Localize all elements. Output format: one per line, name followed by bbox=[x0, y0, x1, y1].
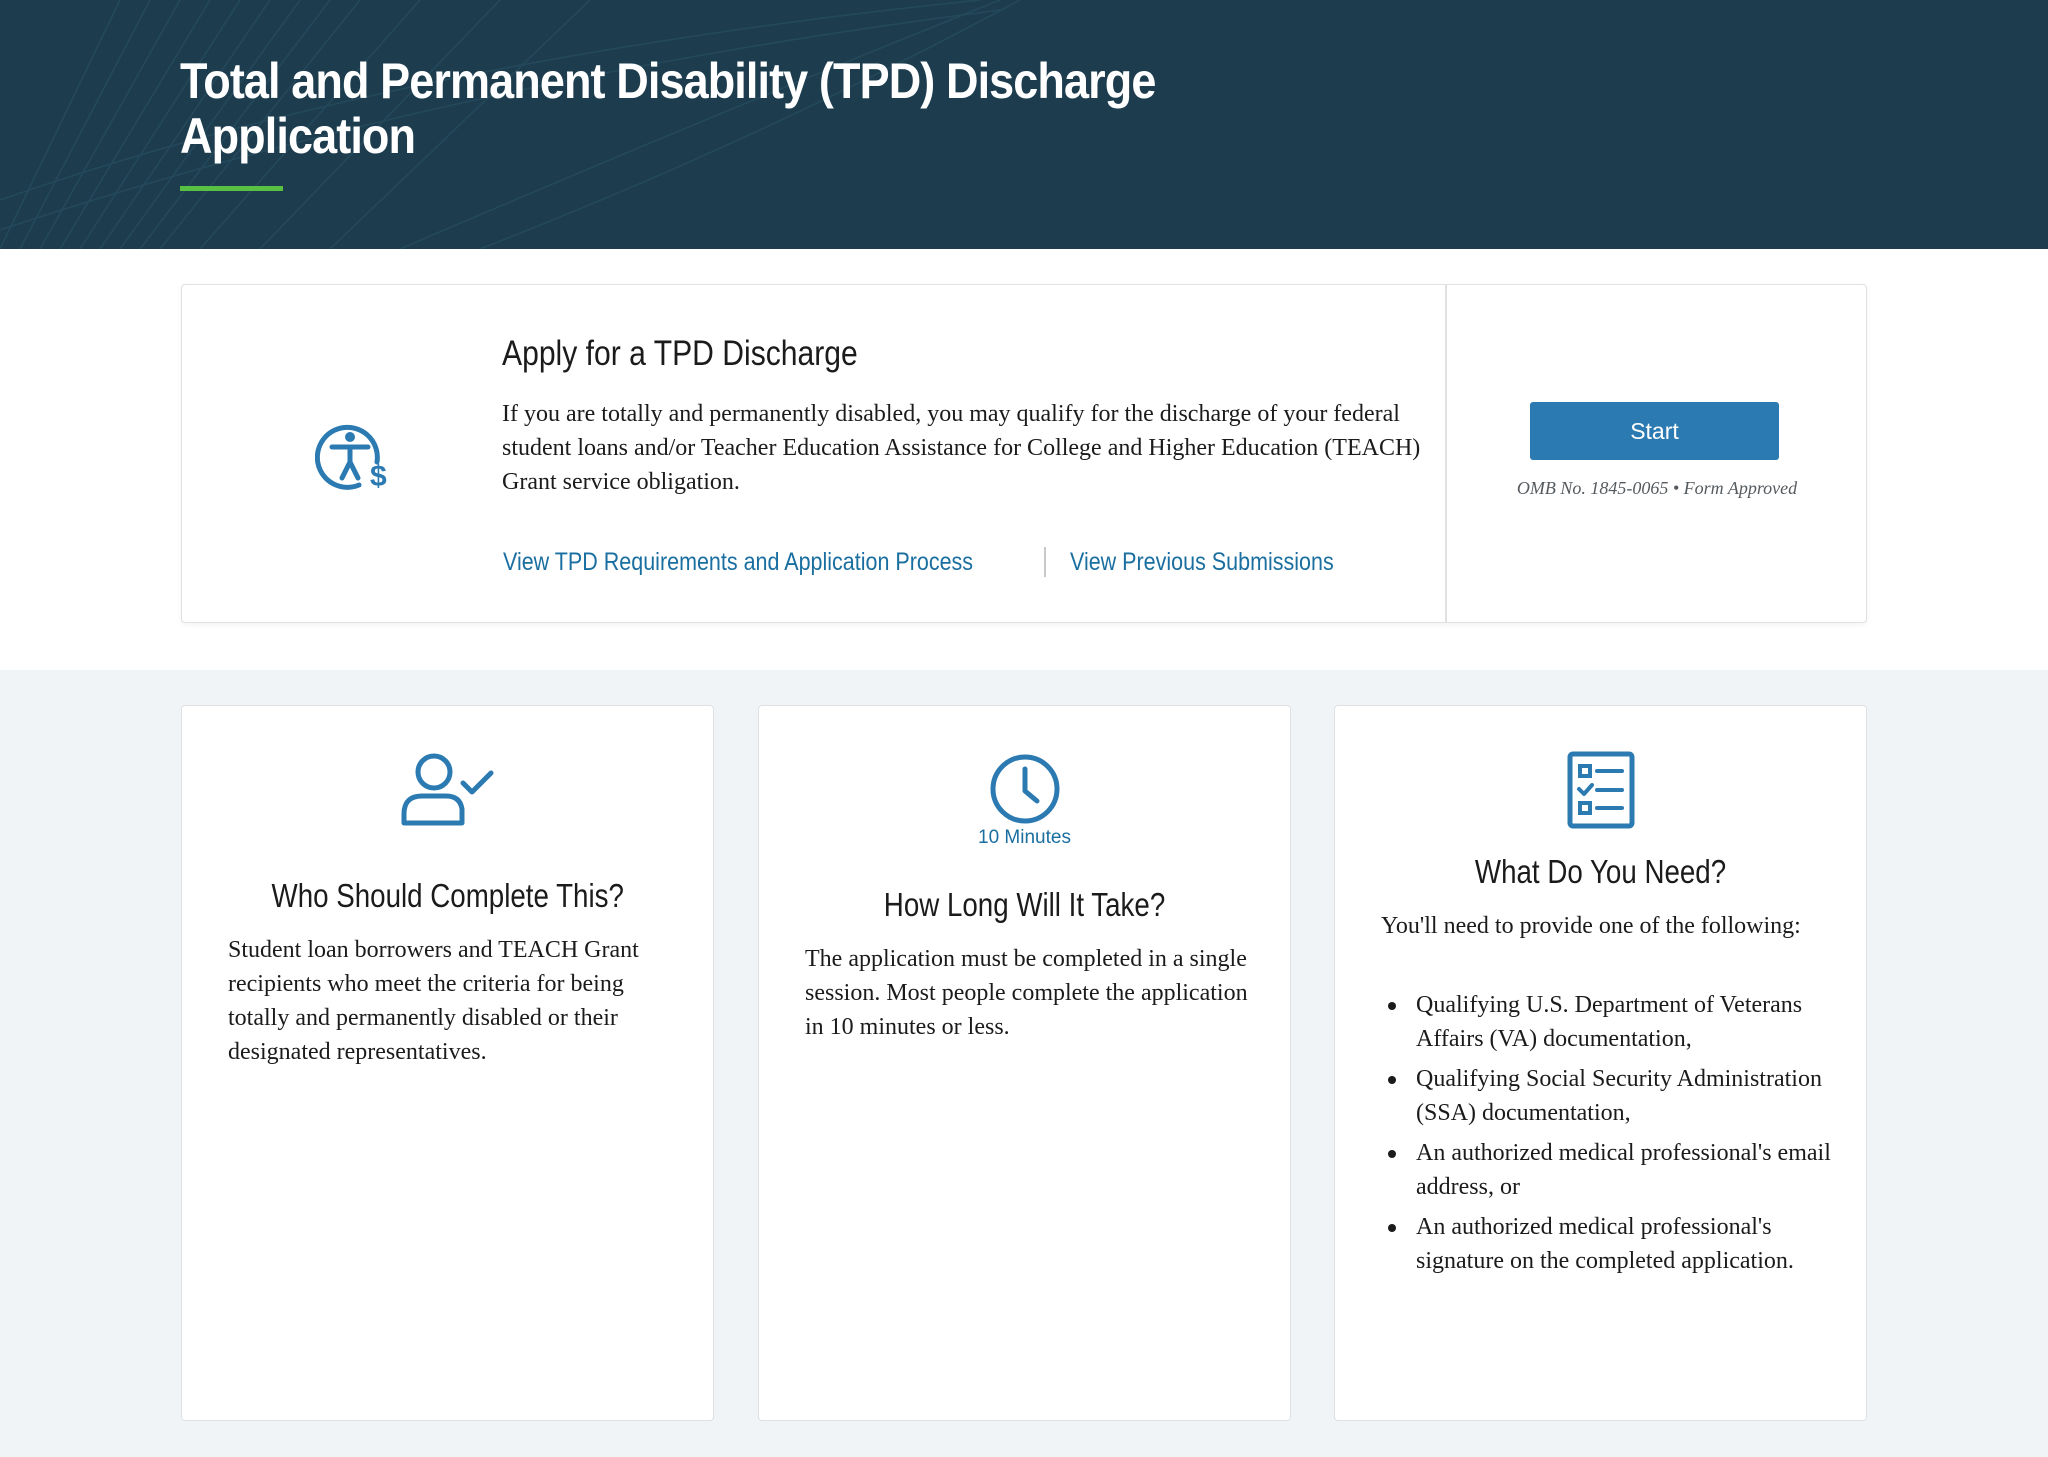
apply-heading: Apply for a TPD Discharge bbox=[502, 334, 858, 373]
card-body: Student loan borrowers and TEACH Grant r… bbox=[228, 937, 639, 1065]
start-button[interactable]: Start bbox=[1530, 402, 1779, 460]
accessibility-dollar-icon: $ bbox=[315, 424, 387, 493]
clock-icon bbox=[990, 754, 1060, 824]
checklist-icon bbox=[1567, 751, 1635, 829]
card-title-text: Who Should Complete This? bbox=[271, 877, 624, 914]
card-title-text: What Do You Need? bbox=[1474, 853, 1727, 890]
card-title: What Do You Need? bbox=[1335, 852, 1866, 892]
card-body: The application must be completed in a s… bbox=[805, 946, 1248, 1040]
link-divider bbox=[1043, 547, 1046, 577]
omb-approval-note: OMB No. 1845-0065 • Form Approved bbox=[1516, 478, 1798, 498]
start-button-label: Start bbox=[1630, 417, 1679, 444]
list-item: An authorized medical professional's sig… bbox=[1381, 1210, 1831, 1278]
apply-card: $ Apply for a TPD Discharge If you are t… bbox=[181, 284, 1867, 623]
page-title-line-2: Application bbox=[180, 108, 416, 164]
page-title-line-1: Total and Permanent Disability (TPD) Dis… bbox=[180, 53, 1156, 109]
apply-card-divider bbox=[1445, 285, 1447, 622]
list-item: Qualifying U.S. Department of Veterans A… bbox=[1381, 988, 1831, 1056]
list-item: An authorized medical professional's ema… bbox=[1381, 1136, 1831, 1204]
how-long-card: 10 Minutes How Long Will It Take? The ap… bbox=[758, 705, 1291, 1421]
page-title: Total and Permanent Disability (TPD) Dis… bbox=[180, 54, 1170, 164]
who-should-complete-card: Who Should Complete This? Student loan b… bbox=[181, 705, 714, 1421]
what-do-you-need-card: What Do You Need? You'll need to provide… bbox=[1334, 705, 1867, 1421]
title-accent-underline bbox=[180, 186, 283, 191]
card-title-text: How Long Will It Take? bbox=[883, 886, 1166, 923]
apply-description: If you are totally and permanently disab… bbox=[502, 401, 1421, 495]
list-item: Qualifying Social Security Administratio… bbox=[1381, 1062, 1831, 1130]
view-previous-submissions-link[interactable]: View Previous Submissions bbox=[1070, 548, 1334, 577]
user-check-icon bbox=[401, 753, 494, 826]
requirements-list: Qualifying U.S. Department of Veterans A… bbox=[1381, 988, 1831, 1284]
duration-label: 10 Minutes bbox=[978, 827, 1071, 848]
svg-text:$: $ bbox=[370, 460, 387, 493]
view-requirements-link[interactable]: View TPD Requirements and Application Pr… bbox=[503, 548, 973, 577]
card-title: How Long Will It Take? bbox=[759, 885, 1290, 925]
apply-links: View TPD Requirements and Application Pr… bbox=[503, 540, 1376, 584]
card-title: Who Should Complete This? bbox=[182, 876, 713, 916]
card-intro: You'll need to provide one of the follow… bbox=[1381, 913, 1801, 939]
page-header-banner: Total and Permanent Disability (TPD) Dis… bbox=[0, 0, 2048, 249]
